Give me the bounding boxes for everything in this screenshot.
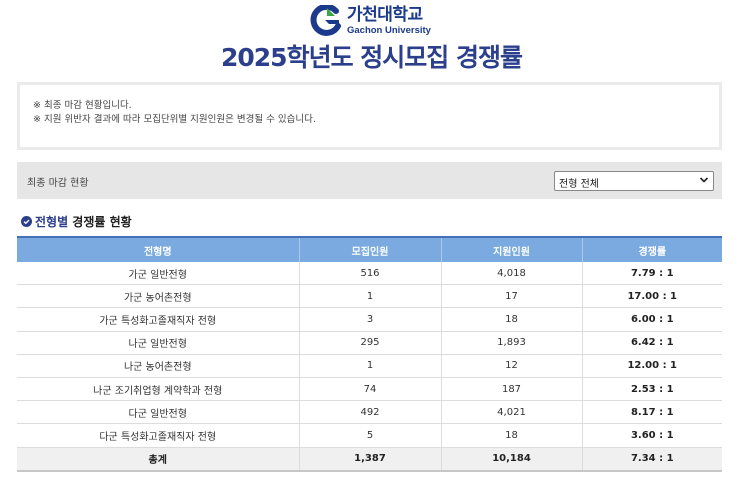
cell-admission-type: 나군 조기취업형 계약학과 전형 (17, 377, 300, 402)
cell-admission-type: 나군 일반전형 (17, 331, 300, 355)
table-row: 나군 농어촌전형 1 12 12.00 : 1 (17, 354, 722, 378)
table-row: 가군 일반전형 516 4,018 7.79 : 1 (17, 262, 722, 286)
total-rate: 7.34 : 1 (582, 447, 722, 472)
cell-rate: 12.00 : 1 (582, 354, 722, 378)
notice-content: ※ 최종 마감 현황입니다. ※ 지원 위반자 결과에 따라 모집단위별 지원인… (20, 85, 719, 147)
page-title: 2025학년도 정시모집 경쟁률 (221, 43, 523, 72)
logo-english: Gachon University (347, 24, 431, 36)
total-applicants: 10,184 (441, 447, 583, 472)
cell-applicants: 187 (441, 377, 583, 402)
section-title: 전형별 경쟁률 현황 (21, 213, 132, 230)
cell-admission-type: 나군 농어촌전형 (17, 354, 300, 378)
table-header-row: 전형명 모집인원 지원인원 경쟁률 (17, 237, 722, 262)
gachon-logo-icon (309, 3, 343, 37)
cell-admission-type: 가군 농어촌전형 (17, 284, 300, 309)
notice-line-final: ※ 최종 마감 현황입니다. (33, 100, 132, 111)
cell-applicants: 18 (441, 307, 583, 332)
filter-label: 최종 마감 현황 (27, 178, 89, 189)
check-circle-icon (21, 216, 32, 227)
cell-rate: 6.00 : 1 (582, 307, 722, 332)
cell-applicants: 4,021 (441, 400, 583, 425)
cell-admission-type: 가군 특성화고졸재직자 전형 (17, 307, 300, 332)
cell-rate: 2.53 : 1 (582, 377, 722, 402)
table-row: 나군 일반전형 295 1,893 6.42 : 1 (17, 331, 722, 355)
total-label: 총계 (17, 447, 300, 472)
cell-quota: 74 (299, 377, 442, 402)
cell-rate: 17.00 : 1 (582, 284, 722, 309)
section-title-highlight: 전형별 (35, 215, 69, 229)
notice-box: ※ 최종 마감 현황입니다. ※ 지원 위반자 결과에 따라 모집단위별 지원인… (17, 82, 722, 150)
logo-korean: 가천대학교 (347, 4, 423, 25)
cell-quota: 492 (299, 400, 442, 425)
cell-rate: 3.60 : 1 (582, 423, 722, 448)
cell-admission-type: 다군 일반전형 (17, 400, 300, 425)
notice-line-violation: ※ 지원 위반자 결과에 따라 모집단위별 지원인원은 변경될 수 있습니다. (33, 114, 316, 125)
university-logo[interactable]: 가천대학교 Gachon University (309, 3, 431, 37)
competition-table: 전형명 모집인원 지원인원 경쟁률 가군 일반전형 516 4,018 7.79… (17, 236, 722, 472)
table-row: 가군 특성화고졸재직자 전형 3 18 6.00 : 1 (17, 307, 722, 332)
cell-admission-type: 다군 특성화고졸재직자 전형 (17, 423, 300, 448)
cell-quota: 5 (299, 423, 442, 448)
header-rate: 경쟁률 (582, 237, 722, 262)
cell-applicants: 1,893 (441, 331, 583, 355)
table-row: 나군 조기취업형 계약학과 전형 74 187 2.53 : 1 (17, 377, 722, 402)
cell-applicants: 18 (441, 423, 583, 448)
select-value: 전형 전체 (559, 179, 599, 190)
table-total-row: 총계 1,387 10,184 7.34 : 1 (17, 447, 722, 472)
cell-quota: 295 (299, 331, 442, 355)
cell-rate: 6.42 : 1 (582, 331, 722, 355)
cell-quota: 1 (299, 284, 442, 309)
cell-quota: 516 (299, 262, 442, 286)
filter-bar: 최종 마감 현황 전형 전체 (17, 162, 722, 199)
cell-admission-type: 가군 일반전형 (17, 262, 300, 286)
table-row: 다군 일반전형 492 4,021 8.17 : 1 (17, 400, 722, 425)
total-quota: 1,387 (299, 447, 442, 472)
cell-applicants: 12 (441, 354, 583, 378)
cell-rate: 8.17 : 1 (582, 400, 722, 425)
header-admission-type: 전형명 (17, 237, 300, 262)
table-row: 가군 농어촌전형 1 17 17.00 : 1 (17, 284, 722, 309)
cell-quota: 3 (299, 307, 442, 332)
table-row: 다군 특성화고졸재직자 전형 5 18 3.60 : 1 (17, 423, 722, 448)
section-title-rest: 경쟁률 현황 (68, 215, 132, 229)
cell-rate: 7.79 : 1 (582, 262, 722, 286)
admission-type-select[interactable]: 전형 전체 (554, 171, 714, 191)
chevron-down-icon (699, 174, 709, 186)
logo-text: 가천대학교 Gachon University (347, 4, 431, 36)
cell-applicants: 4,018 (441, 262, 583, 286)
header-quota: 모집인원 (299, 237, 442, 262)
cell-quota: 1 (299, 354, 442, 378)
header-applicants: 지원인원 (441, 237, 583, 262)
cell-applicants: 17 (441, 284, 583, 309)
